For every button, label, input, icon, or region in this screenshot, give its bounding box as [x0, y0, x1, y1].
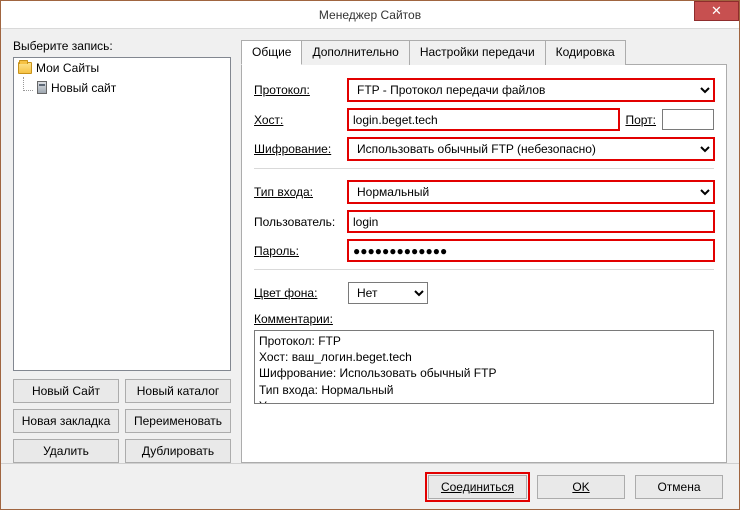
password-input[interactable] [348, 240, 714, 261]
select-entry-label: Выберите запись: [13, 39, 231, 53]
logon-type-label: Тип входа: [254, 185, 342, 199]
password-label: Пароль: [254, 244, 342, 258]
bgcolor-label: Цвет фона: [254, 286, 342, 300]
tab-general[interactable]: Общие [241, 40, 302, 65]
port-label: Порт: [625, 113, 656, 127]
delete-button[interactable]: Удалить [13, 439, 119, 463]
site-tree[interactable]: Мои Сайты Новый сайт [13, 57, 231, 371]
protocol-select[interactable]: FTP - Протокол передачи файлов [348, 79, 714, 101]
host-label: Хост: [254, 113, 342, 127]
user-input[interactable] [348, 211, 714, 232]
titlebar: Менеджер Сайтов ✕ [1, 1, 739, 29]
content-area: Выберите запись: Мои Сайты Новый сайт Но… [1, 29, 739, 463]
tree-root[interactable]: Мои Сайты [16, 60, 228, 76]
new-bookmark-button[interactable]: Новая закладка [13, 409, 119, 433]
tree-connector-icon [23, 77, 33, 91]
rename-button[interactable]: Переименовать [125, 409, 231, 433]
bgcolor-select[interactable]: Нет [348, 282, 428, 304]
new-folder-button[interactable]: Новый каталог [125, 379, 231, 403]
user-label: Пользователь: [254, 215, 342, 229]
protocol-label: Протокол: [254, 83, 342, 97]
duplicate-button[interactable]: Дублировать [125, 439, 231, 463]
tree-child-label: Новый сайт [51, 81, 116, 95]
close-icon: ✕ [711, 4, 722, 17]
divider-2 [254, 269, 714, 270]
new-site-button[interactable]: Новый Сайт [13, 379, 119, 403]
comments-textarea[interactable]: Протокол: FTP Хост: ваш_логин.beget.tech… [254, 330, 714, 404]
tabpanel-general: Протокол: FTP - Протокол передачи файлов… [241, 64, 727, 463]
host-input[interactable] [348, 109, 619, 130]
port-input[interactable] [662, 109, 714, 130]
comments-label: Комментарии: [254, 312, 333, 326]
footer: Соединиться OK Отмена [1, 463, 739, 509]
folder-icon [18, 62, 32, 74]
left-buttons: Новый Сайт Новый каталог Новая закладка … [13, 379, 231, 463]
connect-button[interactable]: Соединиться [428, 475, 527, 499]
left-pane: Выберите запись: Мои Сайты Новый сайт Но… [13, 39, 231, 463]
cancel-button[interactable]: Отмена [635, 475, 723, 499]
site-manager-window: Менеджер Сайтов ✕ Выберите запись: Мои С… [0, 0, 740, 510]
encryption-label: Шифрование: [254, 142, 342, 156]
tree-child[interactable]: Новый сайт [16, 76, 228, 99]
tab-advanced[interactable]: Дополнительно [301, 40, 409, 65]
tree-root-label: Мои Сайты [36, 61, 99, 75]
close-button[interactable]: ✕ [694, 1, 739, 21]
right-pane: Общие Дополнительно Настройки передачи К… [241, 39, 727, 463]
tab-transfer[interactable]: Настройки передачи [409, 40, 546, 65]
tab-charset[interactable]: Кодировка [545, 40, 626, 65]
logon-type-select[interactable]: Нормальный [348, 181, 714, 203]
divider [254, 168, 714, 169]
window-title: Менеджер Сайтов [319, 8, 421, 22]
encryption-select[interactable]: Использовать обычный FTP (небезопасно) [348, 138, 714, 160]
tab-strip: Общие Дополнительно Настройки передачи К… [241, 39, 727, 64]
server-icon [37, 81, 47, 94]
ok-button[interactable]: OK [537, 475, 625, 499]
